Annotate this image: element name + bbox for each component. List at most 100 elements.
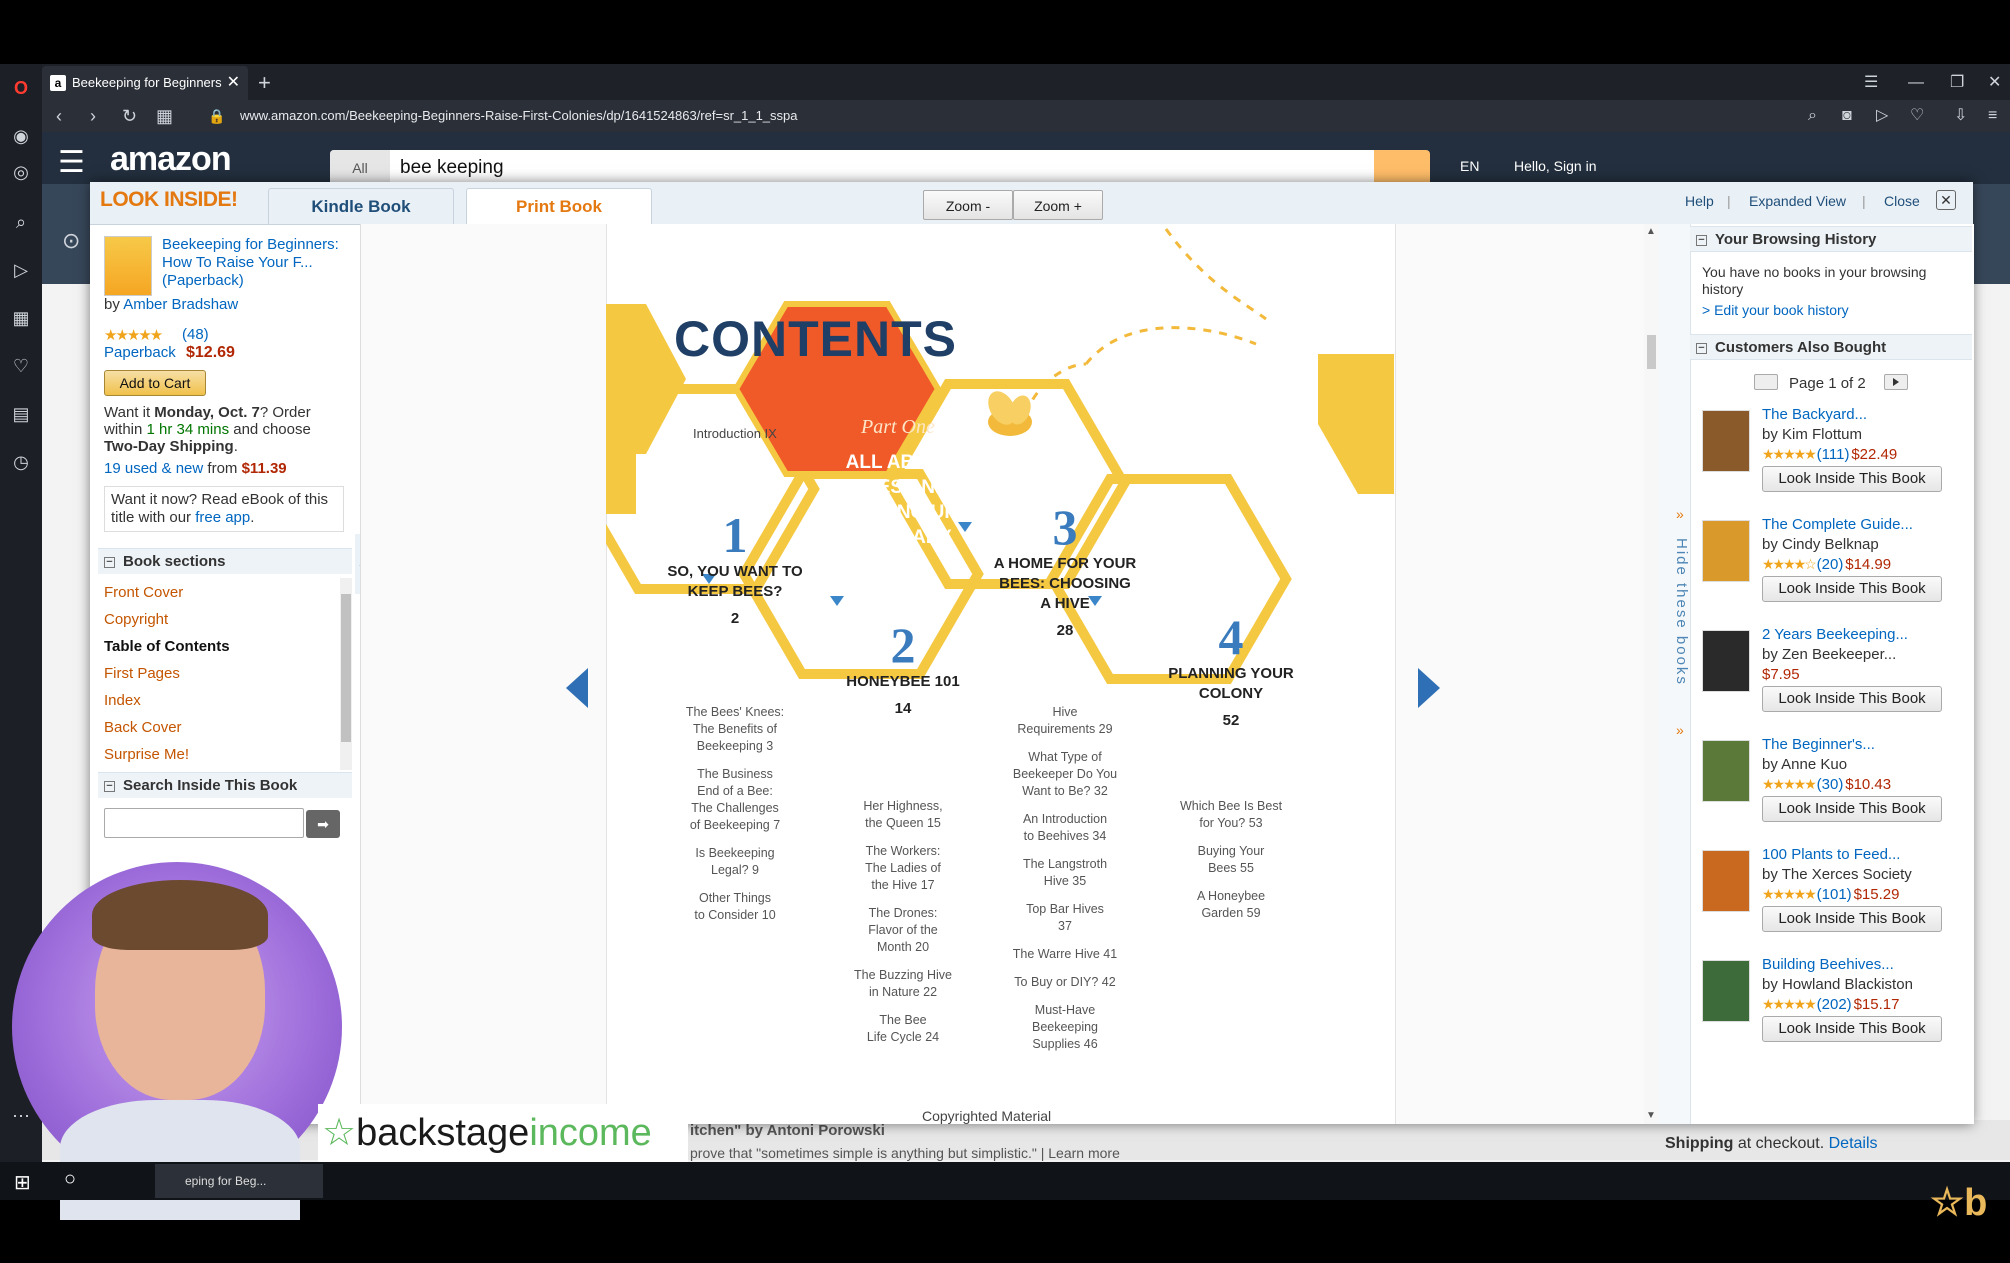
also-bought-rating[interactable]: ★★★★☆ (20) $14.99 xyxy=(1762,556,1891,573)
rating-count[interactable]: (101) xyxy=(1817,886,1852,903)
also-bought-cover[interactable] xyxy=(1702,630,1750,692)
back-icon[interactable]: ‹ xyxy=(56,100,62,132)
also-bought-title-link[interactable]: The Beginner's... xyxy=(1762,736,1875,753)
location-pin-icon[interactable]: ⊙ xyxy=(62,228,80,254)
windows-start-icon[interactable]: ⊞ xyxy=(14,1170,31,1195)
also-bought-title-link[interactable]: The Backyard... xyxy=(1762,406,1867,423)
look-inside-this-book-button[interactable]: Look Inside This Book xyxy=(1762,1016,1942,1042)
double-chevron-icon[interactable]: » xyxy=(1676,506,1684,522)
book-title-link[interactable]: Beekeeping for Beginners: How To Raise Y… xyxy=(162,236,352,290)
tab-menu-icon[interactable]: ☰ xyxy=(1864,66,1878,100)
camera-icon[interactable]: ◙ xyxy=(1842,100,1852,132)
also-bought-cover[interactable] xyxy=(1702,740,1750,802)
amazon-logo[interactable]: amazon xyxy=(110,140,232,179)
amazon-search-input[interactable]: bee keeping xyxy=(400,150,504,186)
section-copyright[interactable]: Copyright xyxy=(104,611,168,628)
search-go-button[interactable]: ➡ xyxy=(306,810,340,838)
browsing-history-header[interactable]: − Your Browsing History xyxy=(1690,226,1972,252)
also-bought-cover[interactable] xyxy=(1702,410,1750,472)
section-surprise-me[interactable]: Surprise Me! xyxy=(104,746,189,763)
author-link[interactable]: Amber Bradshaw xyxy=(123,296,238,313)
scroll-down-icon[interactable]: ▼ xyxy=(1646,1110,1656,1121)
shipping-details-link[interactable]: Details xyxy=(1829,1135,1878,1152)
prev-page-button[interactable] xyxy=(1754,374,1778,390)
news-icon[interactable]: ▤ xyxy=(9,402,33,426)
also-bought-title-link[interactable]: 100 Plants to Feed... xyxy=(1762,846,1900,863)
window-close-icon[interactable]: ✕ xyxy=(1988,66,2001,100)
chapter-2[interactable]: 2 HONEYBEE 101 14 xyxy=(828,618,978,726)
restore-icon[interactable]: ❐ xyxy=(1950,66,1964,100)
collapse-icon[interactable]: − xyxy=(104,556,115,568)
bookmark-heart-icon[interactable]: ♡ xyxy=(1910,100,1924,132)
speed-dial-icon[interactable]: ▦ xyxy=(9,306,33,330)
taskbar-app-opera[interactable]: eping for Beg... xyxy=(155,1164,323,1198)
section-first-pages[interactable]: First Pages xyxy=(104,665,180,682)
look-inside-this-book-button[interactable]: Look Inside This Book xyxy=(1762,576,1942,602)
look-inside-this-book-button[interactable]: Look Inside This Book xyxy=(1762,796,1942,822)
also-bought-header[interactable]: − Customers Also Bought xyxy=(1690,334,1972,360)
also-bought-title-link[interactable]: Building Beehives... xyxy=(1762,956,1894,973)
book-cover-thumbnail[interactable] xyxy=(104,236,152,296)
also-bought-cover[interactable] xyxy=(1702,850,1750,912)
reader-scroll-thumb[interactable] xyxy=(1647,335,1656,369)
share-icon[interactable]: ▷ xyxy=(1876,100,1888,132)
chapter-1[interactable]: 1 SO, YOU WANT TO KEEP BEES? 2 xyxy=(660,508,810,636)
rating-count[interactable]: (111) xyxy=(1817,446,1850,463)
look-inside-this-book-button[interactable]: Look Inside This Book xyxy=(1762,906,1942,932)
add-to-cart-button[interactable]: Add to Cart xyxy=(104,370,206,396)
hamburger-menu-icon[interactable]: ☰ xyxy=(58,148,85,178)
hide-books-toggle[interactable]: Hide these books xyxy=(1673,538,1690,686)
messenger-icon[interactable]: ◉ xyxy=(9,124,33,148)
help-link[interactable]: Help xyxy=(1685,193,1714,209)
browser-tab[interactable]: a Beekeeping for Beginners: ✕ xyxy=(42,66,248,100)
amazon-search-button[interactable] xyxy=(1374,150,1430,186)
section-back-cover[interactable]: Back Cover xyxy=(104,719,182,736)
used-new-link[interactable]: 19 used & new xyxy=(104,460,203,477)
minimize-icon[interactable]: — xyxy=(1908,66,1924,100)
rating-count[interactable]: (30) xyxy=(1817,776,1844,793)
history-icon[interactable]: ◷ xyxy=(9,450,33,474)
section-table-of-contents[interactable]: Table of Contents xyxy=(104,638,230,655)
opera-logo-icon[interactable]: O xyxy=(9,76,33,100)
tab-kindle-book[interactable]: Kindle Book xyxy=(268,188,454,224)
search-inside-header[interactable]: − Search Inside This Book xyxy=(98,772,352,798)
more-icon[interactable]: ⋯ xyxy=(9,1104,33,1128)
zoom-search-icon[interactable]: ⌕ xyxy=(1808,100,1817,132)
edit-history-link[interactable]: > Edit your book history xyxy=(1702,302,1849,318)
also-bought-cover[interactable] xyxy=(1702,960,1750,1022)
rating-count[interactable]: (48) xyxy=(182,326,209,343)
rating-count[interactable]: (20) xyxy=(1817,556,1844,573)
close-link[interactable]: Close xyxy=(1884,193,1920,209)
close-icon[interactable]: ✕ xyxy=(1936,190,1956,210)
search-icon[interactable]: ⌕ xyxy=(9,210,33,234)
also-bought-rating[interactable]: $7.95 xyxy=(1762,666,1800,683)
send-icon[interactable]: ▷ xyxy=(9,258,33,282)
star-rating[interactable]: ★★★★★ xyxy=(104,326,163,344)
reload-icon[interactable]: ↻ xyxy=(122,100,137,132)
collapse-icon[interactable]: − xyxy=(1696,342,1707,354)
previous-page-icon[interactable] xyxy=(566,668,588,708)
rating-count[interactable]: (202) xyxy=(1817,996,1852,1013)
look-inside-this-book-button[interactable]: Look Inside This Book xyxy=(1762,686,1942,712)
tabs-grid-icon[interactable]: ▦ xyxy=(156,100,173,132)
also-bought-cover[interactable] xyxy=(1702,520,1750,582)
section-front-cover[interactable]: Front Cover xyxy=(104,584,183,601)
sections-scroll-thumb[interactable] xyxy=(341,594,351,742)
chapter-3[interactable]: 3 A HOME FOR YOUR BEES: CHOOSING A HIVE … xyxy=(990,500,1140,648)
url-field[interactable]: www.amazon.com/Beekeeping-Beginners-Rais… xyxy=(240,100,798,132)
zoom-out-button[interactable]: Zoom - xyxy=(923,190,1013,220)
search-inside-input[interactable] xyxy=(104,808,304,838)
also-bought-title-link[interactable]: The Complete Guide... xyxy=(1762,516,1913,533)
collapse-icon[interactable]: − xyxy=(1696,234,1707,246)
next-page-icon[interactable] xyxy=(1418,668,1440,708)
easy-setup-icon[interactable]: ≡ xyxy=(1988,100,1997,132)
account-greeting[interactable]: Hello, Sign in xyxy=(1514,158,1597,174)
double-chevron-icon[interactable]: » xyxy=(1676,722,1684,738)
next-page-button[interactable] xyxy=(1884,374,1908,390)
book-sections-header[interactable]: − Book sections xyxy=(98,548,352,574)
forward-icon[interactable]: › xyxy=(90,100,96,132)
also-bought-rating[interactable]: ★★★★★ (101) $15.29 xyxy=(1762,886,1899,903)
also-bought-rating[interactable]: ★★★★★ (202) $15.17 xyxy=(1762,996,1899,1013)
also-bought-title-link[interactable]: 2 Years Beekeeping... xyxy=(1762,626,1908,643)
look-inside-this-book-button[interactable]: Look Inside This Book xyxy=(1762,466,1942,492)
